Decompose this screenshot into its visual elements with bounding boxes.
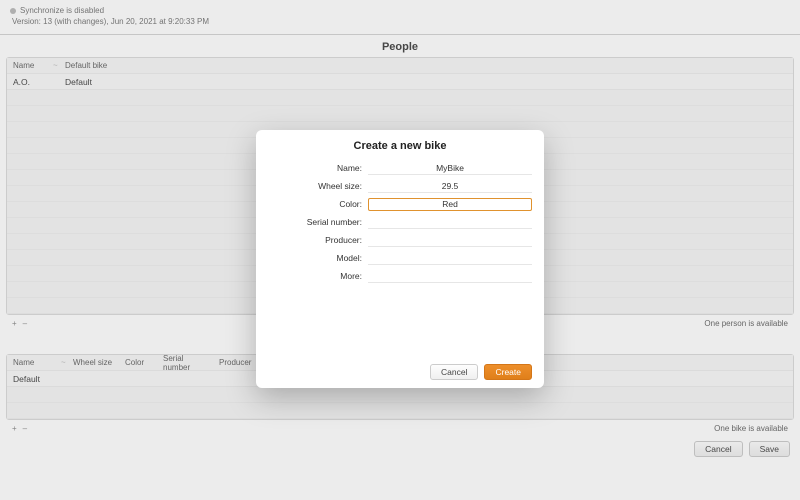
input-name[interactable] [368,161,532,175]
input-color[interactable] [368,198,532,211]
modal-create-button[interactable]: Create [484,364,532,380]
modal-backdrop: Create a new bike Name: Wheel size: Colo… [0,0,800,500]
input-wheel[interactable] [368,179,532,193]
label-color: Color: [268,199,368,209]
input-serial[interactable] [368,215,532,229]
modal-cancel-button[interactable]: Cancel [430,364,478,380]
input-model[interactable] [368,251,532,265]
label-name: Name: [268,163,368,173]
modal-button-row: Cancel Create [268,364,532,380]
label-producer: Producer: [268,235,368,245]
input-more[interactable] [368,269,532,283]
label-model: Model: [268,253,368,263]
modal-title: Create a new bike [268,140,532,152]
create-bike-modal: Create a new bike Name: Wheel size: Colo… [256,130,544,388]
label-wheel: Wheel size: [268,181,368,191]
input-producer[interactable] [368,233,532,247]
label-serial: Serial number: [268,217,368,227]
label-more: More: [268,271,368,281]
